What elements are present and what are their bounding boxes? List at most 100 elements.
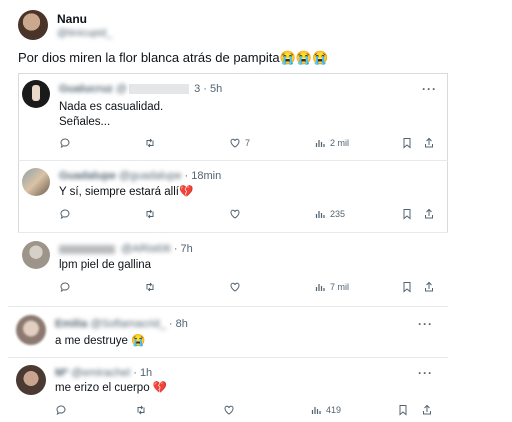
bookmark-icon — [403, 209, 411, 220]
retweet-button[interactable] — [144, 137, 156, 149]
original-text: Por dios miren la flor blanca atrás de p… — [18, 50, 329, 65]
thread-frame-top — [18, 73, 448, 74]
share-button[interactable] — [423, 208, 435, 220]
display-name[interactable]: Mª — [55, 367, 68, 379]
retweet-button[interactable] — [144, 281, 156, 293]
share-icon — [425, 281, 433, 292]
bookmark-icon — [399, 405, 407, 416]
views-count: 235 — [330, 209, 346, 219]
views-count: 2 mil — [330, 138, 350, 148]
share-icon — [423, 404, 431, 415]
divider — [8, 306, 448, 307]
like-count: 7 — [245, 138, 251, 148]
handle[interactable]: @ARist06 — [121, 243, 171, 255]
reply-icon — [60, 209, 70, 220]
handle[interactable]: @tinicupid_ — [57, 27, 112, 39]
views-button[interactable]: 7 mil — [314, 281, 349, 293]
avatar[interactable] — [18, 10, 48, 40]
like-button[interactable] — [229, 208, 241, 220]
reply-button[interactable] — [59, 281, 71, 293]
action-bar: 7 2 mil — [59, 137, 439, 153]
retweet-icon — [137, 405, 145, 415]
views-icon — [315, 284, 325, 291]
share-button[interactable] — [423, 137, 435, 149]
reply-button[interactable] — [59, 137, 71, 149]
retweet-button[interactable] — [144, 208, 156, 220]
divider — [18, 160, 448, 161]
handle[interactable]: @Sofiamacrid_ — [90, 318, 165, 330]
thread-frame-left — [18, 73, 19, 233]
reply-button[interactable] — [55, 404, 67, 416]
retweet-button[interactable] — [135, 404, 147, 416]
display-name[interactable]: Guadalupe — [59, 170, 116, 182]
reply-text: Y sí, siempre estará allí💔 — [59, 186, 194, 198]
display-name[interactable]: Emilia — [55, 318, 87, 330]
reply-button[interactable] — [59, 208, 71, 220]
timestamp[interactable]: · 7h — [174, 243, 193, 255]
share-button[interactable] — [423, 281, 435, 293]
bookmark-button[interactable] — [397, 404, 409, 416]
retweet-icon — [146, 138, 154, 148]
avatar[interactable] — [22, 80, 50, 108]
views-icon — [315, 140, 325, 147]
share-icon — [425, 137, 433, 148]
action-bar: 7 mil — [59, 281, 439, 297]
views-count: 419 — [326, 405, 342, 415]
reply-header[interactable]: @ARist06 · 7h — [59, 243, 193, 255]
timestamp[interactable]: · 18min — [185, 170, 222, 182]
bookmark-icon — [403, 282, 411, 293]
views-count: 7 mil — [330, 282, 350, 292]
avatar[interactable] — [16, 315, 46, 345]
more-icon[interactable]: ··· — [418, 366, 433, 380]
reply-text: Señales... — [59, 116, 111, 128]
views-button[interactable]: 419 — [310, 404, 341, 416]
like-icon — [230, 209, 240, 219]
avatar[interactable] — [22, 168, 50, 196]
views-icon — [311, 407, 321, 414]
bookmark-button[interactable] — [401, 137, 413, 149]
views-icon — [315, 211, 325, 218]
avatar[interactable] — [16, 365, 46, 395]
original-handle[interactable]: @tinicupid_ — [57, 27, 112, 39]
retweet-icon — [146, 282, 154, 292]
handle[interactable]: @emirachel — [71, 367, 130, 379]
reply-text: Nada es casualidad. — [59, 101, 164, 113]
display-name[interactable]: Gualucruz — [59, 83, 113, 95]
divider — [18, 232, 448, 233]
bookmark-button[interactable] — [401, 208, 413, 220]
more-icon[interactable]: ··· — [418, 317, 433, 331]
bookmark-button[interactable] — [401, 281, 413, 293]
share-button[interactable] — [421, 404, 433, 416]
action-bar: 419 — [55, 404, 445, 420]
bookmark-icon — [403, 138, 411, 149]
reply-header[interactable]: Emilia @Sofiamacrid_ · 8h — [55, 318, 188, 330]
like-button[interactable]: 7 — [229, 137, 250, 149]
share-icon — [425, 208, 433, 219]
views-button[interactable]: 2 mil — [314, 137, 349, 149]
like-button[interactable] — [229, 281, 241, 293]
reply-header[interactable]: Gualucruz @ 3 · 5h — [59, 83, 222, 95]
retweet-icon — [146, 209, 154, 219]
reply-text: a me destruye 😭 — [55, 335, 146, 347]
like-icon — [230, 138, 240, 148]
action-bar: 235 — [59, 208, 439, 224]
timestamp[interactable]: · 1h — [133, 367, 152, 379]
views-button[interactable]: 235 — [314, 208, 345, 220]
like-icon — [230, 282, 240, 292]
reply-header[interactable]: Mª @emirachel · 1h — [55, 367, 152, 379]
timestamp[interactable]: · 8h — [169, 318, 188, 330]
handle[interactable]: @ — [116, 83, 127, 95]
original-name[interactable]: Nanu — [57, 12, 87, 26]
thread-frame-right — [447, 73, 448, 233]
timestamp[interactable]: 3 · 5h — [194, 83, 222, 95]
reply-icon — [56, 405, 66, 416]
reply-header[interactable]: Guadalupe @guadalupe · 18min — [59, 170, 221, 182]
divider — [8, 357, 448, 358]
like-icon — [224, 405, 234, 415]
avatar[interactable] — [22, 241, 50, 269]
handle[interactable]: @guadalupe — [119, 170, 182, 182]
display-name[interactable]: Nanu — [57, 12, 87, 26]
more-icon[interactable]: ··· — [422, 82, 437, 96]
reply-text: me erizo el cuerpo 💔 — [55, 382, 168, 394]
like-button[interactable] — [223, 404, 235, 416]
